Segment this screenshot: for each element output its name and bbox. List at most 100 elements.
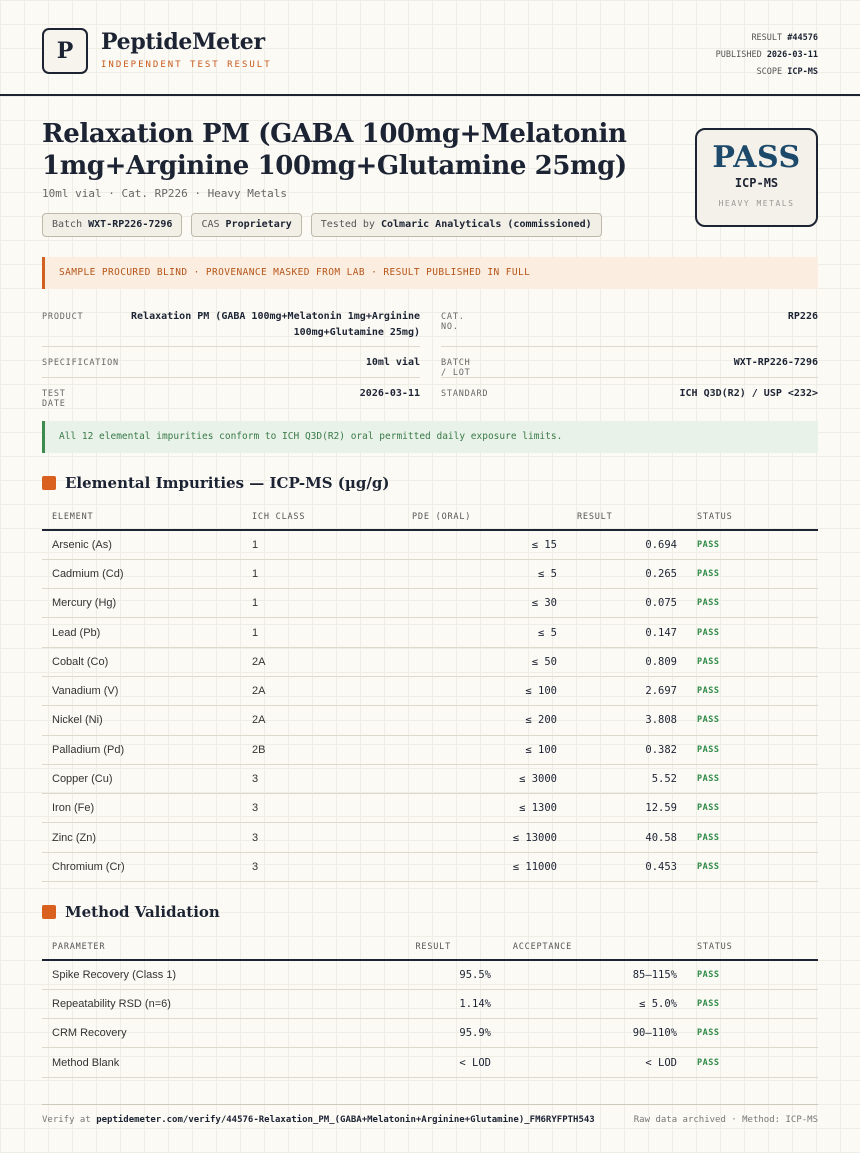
info-date-value: 2026-03-11 <box>359 388 420 399</box>
ich-class: 1 <box>242 559 402 590</box>
product-chips: Batch WXT-RP226-7296 CAS Proprietary Tes… <box>42 213 602 237</box>
pde-limit: ≤ 1300 <box>402 793 567 824</box>
result-value: 95.5% <box>302 960 501 990</box>
status-badge: PASS <box>687 960 818 990</box>
element-name: Vanadium (V) <box>42 676 242 707</box>
element-name: Palladium (Pd) <box>42 735 242 765</box>
scope-value: ICP-MS <box>787 67 818 77</box>
ich-class: 3 <box>242 852 402 883</box>
element-name: Lead (Pb) <box>42 617 242 648</box>
ich-class: 3 <box>242 764 402 795</box>
scope-label: SCOPE <box>756 67 783 77</box>
status-badge: PASS <box>687 1018 818 1049</box>
result-label: RESULT <box>751 33 783 43</box>
chip-label: Batch <box>52 219 83 230</box>
table-row: Cadmium (Cd) 1 ≤ 5 0.265 PASS <box>42 559 818 590</box>
info-product-label: PRODUCT <box>42 312 84 322</box>
info-date-label: TEST DATE <box>42 389 66 409</box>
result-value: 0.694 <box>567 530 687 560</box>
pde-limit: ≤ 5 <box>402 559 567 590</box>
table-row: Vanadium (V) 2A ≤ 100 2.697 PASS <box>42 676 818 707</box>
table-row: Cobalt (Co) 2A ≤ 50 0.809 PASS <box>42 647 818 677</box>
product-title: Relaxation PM (GABA 100mg+Melatonin 1mg+… <box>42 119 627 181</box>
status-badge: PASS <box>687 1047 818 1078</box>
table-header-row: ELEMENT ICH CLASS PDE (ORAL) RESULT STAT… <box>42 504 818 531</box>
acceptance-range: 90–110% <box>501 1018 687 1049</box>
status-badge: PASS <box>687 793 818 824</box>
pde-limit: ≤ 100 <box>402 676 567 707</box>
info-spec-label: SPECIFICATION <box>42 358 119 368</box>
badge-scope: HEAVY METALS <box>718 199 795 208</box>
pde-limit: ≤ 11000 <box>402 852 567 883</box>
parameter-name: CRM Recovery <box>42 1018 302 1049</box>
badge-method: ICP-MS <box>734 176 779 190</box>
chip-value: Colmaric Analyticals (commissioned) <box>380 219 592 230</box>
col-result: RESULT <box>567 504 687 531</box>
parameter-name: Method Blank <box>42 1047 302 1078</box>
result-value: 95.9% <box>302 1018 501 1049</box>
table-header-row: PARAMETER RESULT ACCEPTANCE STATUS <box>42 934 818 961</box>
ich-class: 2B <box>242 735 402 765</box>
result-value: 2.697 <box>567 676 687 707</box>
section-marker-icon <box>42 476 56 490</box>
verify-link[interactable]: peptidemeter.com/verify/44576-Relaxation… <box>96 1115 595 1125</box>
table-row: Nickel (Ni) 2A ≤ 200 3.808 PASS <box>42 705 818 736</box>
section-marker-icon <box>42 905 56 919</box>
impurities-body: Arsenic (As) 1 ≤ 15 0.694 PASS Cadmium (Cd) 1 ≤… <box>42 530 818 883</box>
result-value: 40.58 <box>567 822 687 853</box>
table-row: Iron (Fe) 3 ≤ 1300 12.59 PASS <box>42 793 818 824</box>
result-value: 0.809 <box>567 647 687 677</box>
col-ich-class: ICH CLASS <box>242 504 402 531</box>
acceptance-range: < LOD <box>501 1047 687 1078</box>
status-badge: PASS <box>687 647 818 677</box>
table-row: Arsenic (As) 1 ≤ 15 0.694 PASS <box>42 530 818 560</box>
ich-class: 3 <box>242 793 402 824</box>
pde-limit: ≤ 15 <box>402 530 567 560</box>
info-cat-label: CAT. NO. <box>441 312 465 332</box>
validation-table: PARAMETER RESULT ACCEPTANCE STATUS Spike… <box>42 934 818 1078</box>
impurities-section-title: Elemental Impurities — ICP-MS (µg/g) <box>42 474 389 492</box>
result-value: 0.382 <box>567 735 687 765</box>
divider <box>42 346 420 347</box>
result-value: 3.808 <box>567 705 687 736</box>
table-row: Spike Recovery (Class 1) 95.5% 85–115% PASS <box>42 960 818 990</box>
parameter-name: Repeatability RSD (n=6) <box>42 989 302 1020</box>
status-badge: PASS <box>687 676 818 707</box>
ich-class: 2A <box>242 647 402 677</box>
pde-limit: ≤ 13000 <box>402 822 567 853</box>
divider <box>42 377 420 378</box>
element-name: Mercury (Hg) <box>42 588 242 619</box>
report-header: P PeptideMeter INDEPENDENT TEST RESULT R… <box>0 0 860 96</box>
status-badge: PASS <box>687 989 818 1020</box>
logo-mark: P <box>42 28 88 74</box>
badge-status: PASS <box>712 140 801 175</box>
info-standard-value: ICH Q3D(R2) / USP <232> <box>679 388 818 399</box>
batch-chip: Batch WXT-RP226-7296 <box>42 213 183 237</box>
status-badge: PASS <box>687 705 818 736</box>
report-meta: RESULT #44576 PUBLISHED 2026-03-11 SCOPE… <box>716 30 818 81</box>
result-value: 0.453 <box>567 852 687 883</box>
element-name: Copper (Cu) <box>42 764 242 795</box>
status-badge: PASS <box>687 735 818 765</box>
element-name: Arsenic (As) <box>42 530 242 560</box>
element-name: Zinc (Zn) <box>42 822 242 853</box>
impurities-table: ELEMENT ICH CLASS PDE (ORAL) RESULT STAT… <box>42 504 818 883</box>
table-row: Copper (Cu) 3 ≤ 3000 5.52 PASS <box>42 764 818 795</box>
pde-limit: ≤ 50 <box>402 647 567 677</box>
status-badge: PASS <box>687 764 818 795</box>
result-id: #44576 <box>787 33 818 43</box>
parameter-name: Spike Recovery (Class 1) <box>42 960 302 990</box>
product-subtitle: 10ml vial · Cat. RP226 · Heavy Metals <box>42 187 288 200</box>
status-badge: PASS <box>687 617 818 648</box>
validation-body: Spike Recovery (Class 1) 95.5% 85–115% PASS… <box>42 960 818 1078</box>
pde-limit: ≤ 30 <box>402 588 567 619</box>
chip-label: CAS <box>201 219 220 230</box>
section-title-text: Elemental Impurities — ICP-MS (µg/g) <box>65 474 390 492</box>
element-name: Iron (Fe) <box>42 793 242 824</box>
brand-name: PeptideMeter <box>101 29 265 55</box>
element-name: Nickel (Ni) <box>42 705 242 736</box>
ich-class: 2A <box>242 705 402 736</box>
ich-class: 1 <box>242 617 402 648</box>
result-value: < LOD <box>302 1047 501 1078</box>
validation-section-title: Method Validation <box>42 903 220 921</box>
